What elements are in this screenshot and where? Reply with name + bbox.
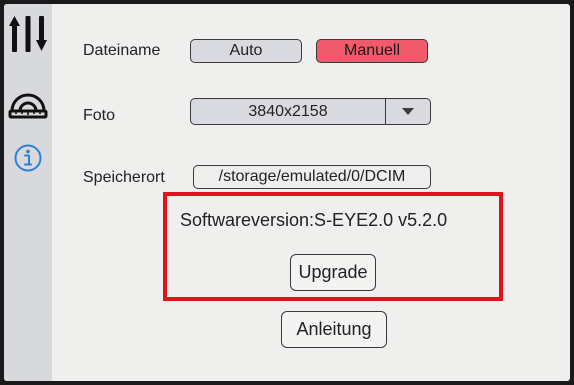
dropdown-arrow-icon[interactable] <box>385 99 430 124</box>
photo-label: Foto <box>83 107 116 124</box>
highlight-box <box>163 192 503 301</box>
device-frame: Dateiname Auto Manuell Foto 3840x2158 Sp… <box>0 0 574 385</box>
photo-resolution-select[interactable]: 3840x2158 <box>190 98 431 125</box>
filename-auto-button[interactable]: Auto <box>190 39 302 63</box>
sliders-icon[interactable] <box>6 12 50 56</box>
storage-label: Speicherort <box>83 169 165 186</box>
manual-button[interactable]: Anleitung <box>281 311 387 348</box>
filename-label: Dateiname <box>83 42 161 59</box>
sidebar <box>4 4 52 381</box>
storage-path-field[interactable]: /storage/emulated/0/DCIM <box>193 165 431 189</box>
protractor-icon[interactable] <box>6 80 50 124</box>
photo-resolution-value: 3840x2158 <box>248 102 328 120</box>
info-icon[interactable] <box>6 136 50 180</box>
filename-manual-button[interactable]: Manuell <box>316 39 428 63</box>
